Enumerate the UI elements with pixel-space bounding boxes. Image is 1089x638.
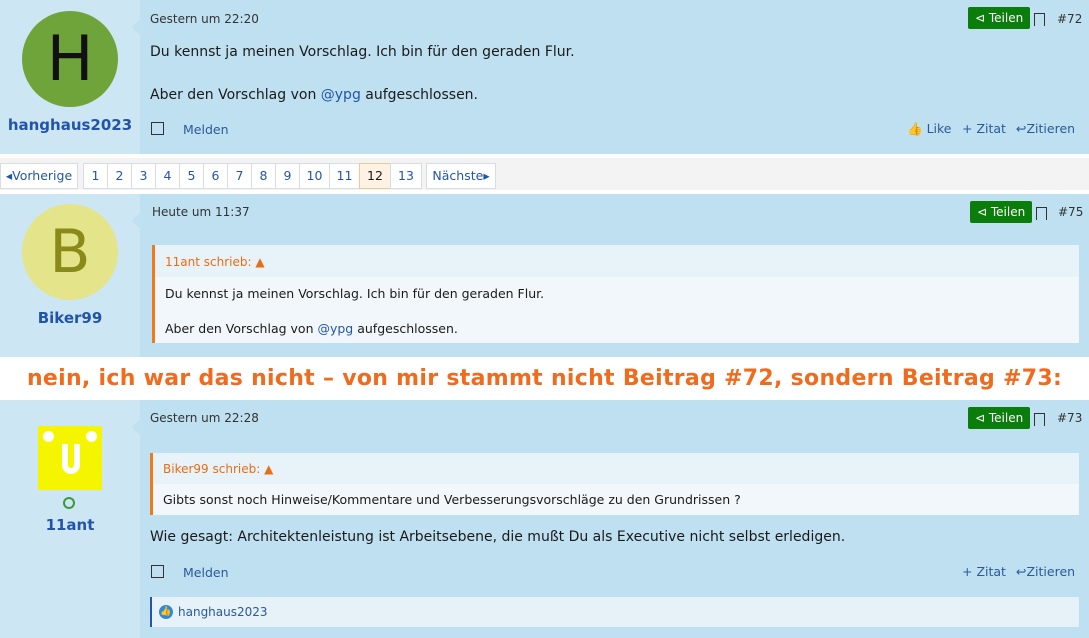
quote-line-1: Gibts sonst noch Hinweise/Kommentare und… bbox=[163, 492, 741, 507]
arrow-up-circle-icon[interactable]: ▲ bbox=[264, 462, 273, 476]
post-body-line-1: Du kennst ja meinen Vorschlag. Ich bin f… bbox=[150, 44, 575, 60]
post-content: Heute um 11:37 ⊲ Teilen #75 11ant schrie… bbox=[140, 194, 1089, 357]
author-column: H hanghaus2023 bbox=[0, 0, 140, 154]
bookmark-icon[interactable] bbox=[1034, 413, 1045, 430]
quote-author-link[interactable]: Biker99 schrieb: ▲ bbox=[163, 462, 273, 476]
reply-icon: ↩ bbox=[1016, 121, 1027, 136]
bookmark-icon[interactable] bbox=[1036, 207, 1047, 224]
share-icon: ⊲ bbox=[977, 205, 991, 219]
page-7[interactable]: 7 bbox=[227, 163, 252, 189]
share-icon: ⊲ bbox=[975, 11, 989, 25]
post-body: Wie gesagt: Architektenleistung ist Arbe… bbox=[150, 529, 846, 545]
post-content: Gestern um 22:20 ⊲ Teilen #72 Du kennst … bbox=[140, 0, 1089, 154]
quote-author-link[interactable]: 11ant schrieb: ▲ bbox=[165, 255, 265, 269]
avatar-mouth bbox=[62, 444, 80, 474]
quote-block: Biker99 schrieb: ▲ Gibts sonst noch Hinw… bbox=[150, 453, 1079, 515]
reply-button[interactable]: ↩Zitieren bbox=[1016, 121, 1075, 136]
share-button[interactable]: ⊲ Teilen bbox=[968, 7, 1031, 29]
post-content: Gestern um 22:28 ⊲ Teilen #73 Biker99 sc… bbox=[140, 400, 1089, 638]
reaction-user-link[interactable]: hanghaus2023 bbox=[178, 605, 268, 619]
page-12-current[interactable]: 12 bbox=[359, 163, 391, 189]
avatar[interactable] bbox=[38, 426, 102, 490]
post-72: H hanghaus2023 Gestern um 22:20 ⊲ Teilen… bbox=[0, 0, 1089, 154]
avatar-eye-left bbox=[43, 431, 54, 442]
page-11[interactable]: 11 bbox=[329, 163, 360, 189]
page-5[interactable]: 5 bbox=[179, 163, 204, 189]
author-column: B Biker99 bbox=[0, 194, 140, 357]
post-date[interactable]: Heute um 11:37 bbox=[152, 205, 250, 219]
bookmark-icon[interactable] bbox=[1034, 13, 1045, 30]
online-status-icon bbox=[63, 497, 75, 509]
next-page-button[interactable]: Nächste▸ bbox=[426, 163, 496, 189]
quote-body: Du kennst ja meinen Vorschlag. Ich bin f… bbox=[155, 277, 1079, 343]
post-date[interactable]: Gestern um 22:20 bbox=[150, 12, 259, 26]
reply-icon: ↩ bbox=[1016, 564, 1027, 579]
mention-link[interactable]: @ypg bbox=[317, 321, 353, 336]
avatar[interactable]: B bbox=[22, 204, 118, 300]
quote-button[interactable]: + Zitat bbox=[962, 564, 1006, 579]
thumbs-up-icon: 👍 bbox=[907, 121, 923, 136]
like-reaction-icon: 👍 bbox=[159, 605, 173, 619]
page-2[interactable]: 2 bbox=[107, 163, 132, 189]
annotation-banner: nein, ich war das nicht – von mir stammt… bbox=[26, 366, 1063, 391]
post-73: 11ant Gestern um 22:28 ⊲ Teilen #73 Bike… bbox=[0, 400, 1089, 638]
quote-line-2: Aber den Vorschlag von @ypg aufgeschloss… bbox=[165, 321, 458, 336]
post-number[interactable]: #75 bbox=[1058, 205, 1083, 219]
quote-block: 11ant schrieb: ▲ Du kennst ja meinen Vor… bbox=[152, 245, 1079, 343]
quote-body: Gibts sonst noch Hinweise/Kommentare und… bbox=[153, 484, 1079, 515]
report-link[interactable]: Melden bbox=[183, 565, 229, 580]
post-75: B Biker99 Heute um 11:37 ⊲ Teilen #75 11… bbox=[0, 194, 1089, 357]
reactions-bar: 👍 hanghaus2023 bbox=[150, 597, 1079, 627]
page-3[interactable]: 3 bbox=[131, 163, 156, 189]
avatar[interactable]: H bbox=[22, 11, 118, 107]
report-link[interactable]: Melden bbox=[183, 122, 229, 137]
username[interactable]: hanghaus2023 bbox=[0, 116, 140, 134]
quote-button[interactable]: + Zitat bbox=[962, 121, 1006, 136]
post-date[interactable]: Gestern um 22:28 bbox=[150, 411, 259, 425]
avatar-eye-right bbox=[86, 431, 97, 442]
mention-link[interactable]: @ypg bbox=[321, 87, 361, 103]
post-body-line-2: Aber den Vorschlag von @ypg aufgeschloss… bbox=[150, 87, 479, 103]
page-8[interactable]: 8 bbox=[251, 163, 276, 189]
like-button[interactable]: 👍 Like bbox=[907, 121, 951, 137]
post-number[interactable]: #72 bbox=[1057, 12, 1082, 26]
author-column: 11ant bbox=[0, 400, 140, 638]
username[interactable]: 11ant bbox=[0, 516, 140, 534]
page-1[interactable]: 1 bbox=[83, 163, 108, 189]
select-checkbox[interactable] bbox=[151, 122, 164, 135]
page-10[interactable]: 10 bbox=[299, 163, 330, 189]
reply-button[interactable]: ↩Zitieren bbox=[1016, 564, 1075, 579]
pagination: ◂Vorherige 1 2 3 4 5 6 7 8 9 10 11 12 13… bbox=[0, 158, 1089, 190]
page-6[interactable]: 6 bbox=[203, 163, 228, 189]
page-4[interactable]: 4 bbox=[155, 163, 180, 189]
arrow-up-circle-icon[interactable]: ▲ bbox=[255, 255, 264, 269]
quote-line-1: Du kennst ja meinen Vorschlag. Ich bin f… bbox=[165, 286, 545, 301]
page-13[interactable]: 13 bbox=[390, 163, 422, 189]
page-9[interactable]: 9 bbox=[275, 163, 300, 189]
post-number[interactable]: #73 bbox=[1057, 411, 1082, 425]
share-button[interactable]: ⊲ Teilen bbox=[970, 201, 1033, 223]
select-checkbox[interactable] bbox=[151, 565, 164, 578]
prev-page-button[interactable]: ◂Vorherige bbox=[0, 163, 78, 189]
username[interactable]: Biker99 bbox=[0, 309, 140, 327]
share-button[interactable]: ⊲ Teilen bbox=[968, 407, 1031, 429]
share-icon: ⊲ bbox=[975, 411, 989, 425]
